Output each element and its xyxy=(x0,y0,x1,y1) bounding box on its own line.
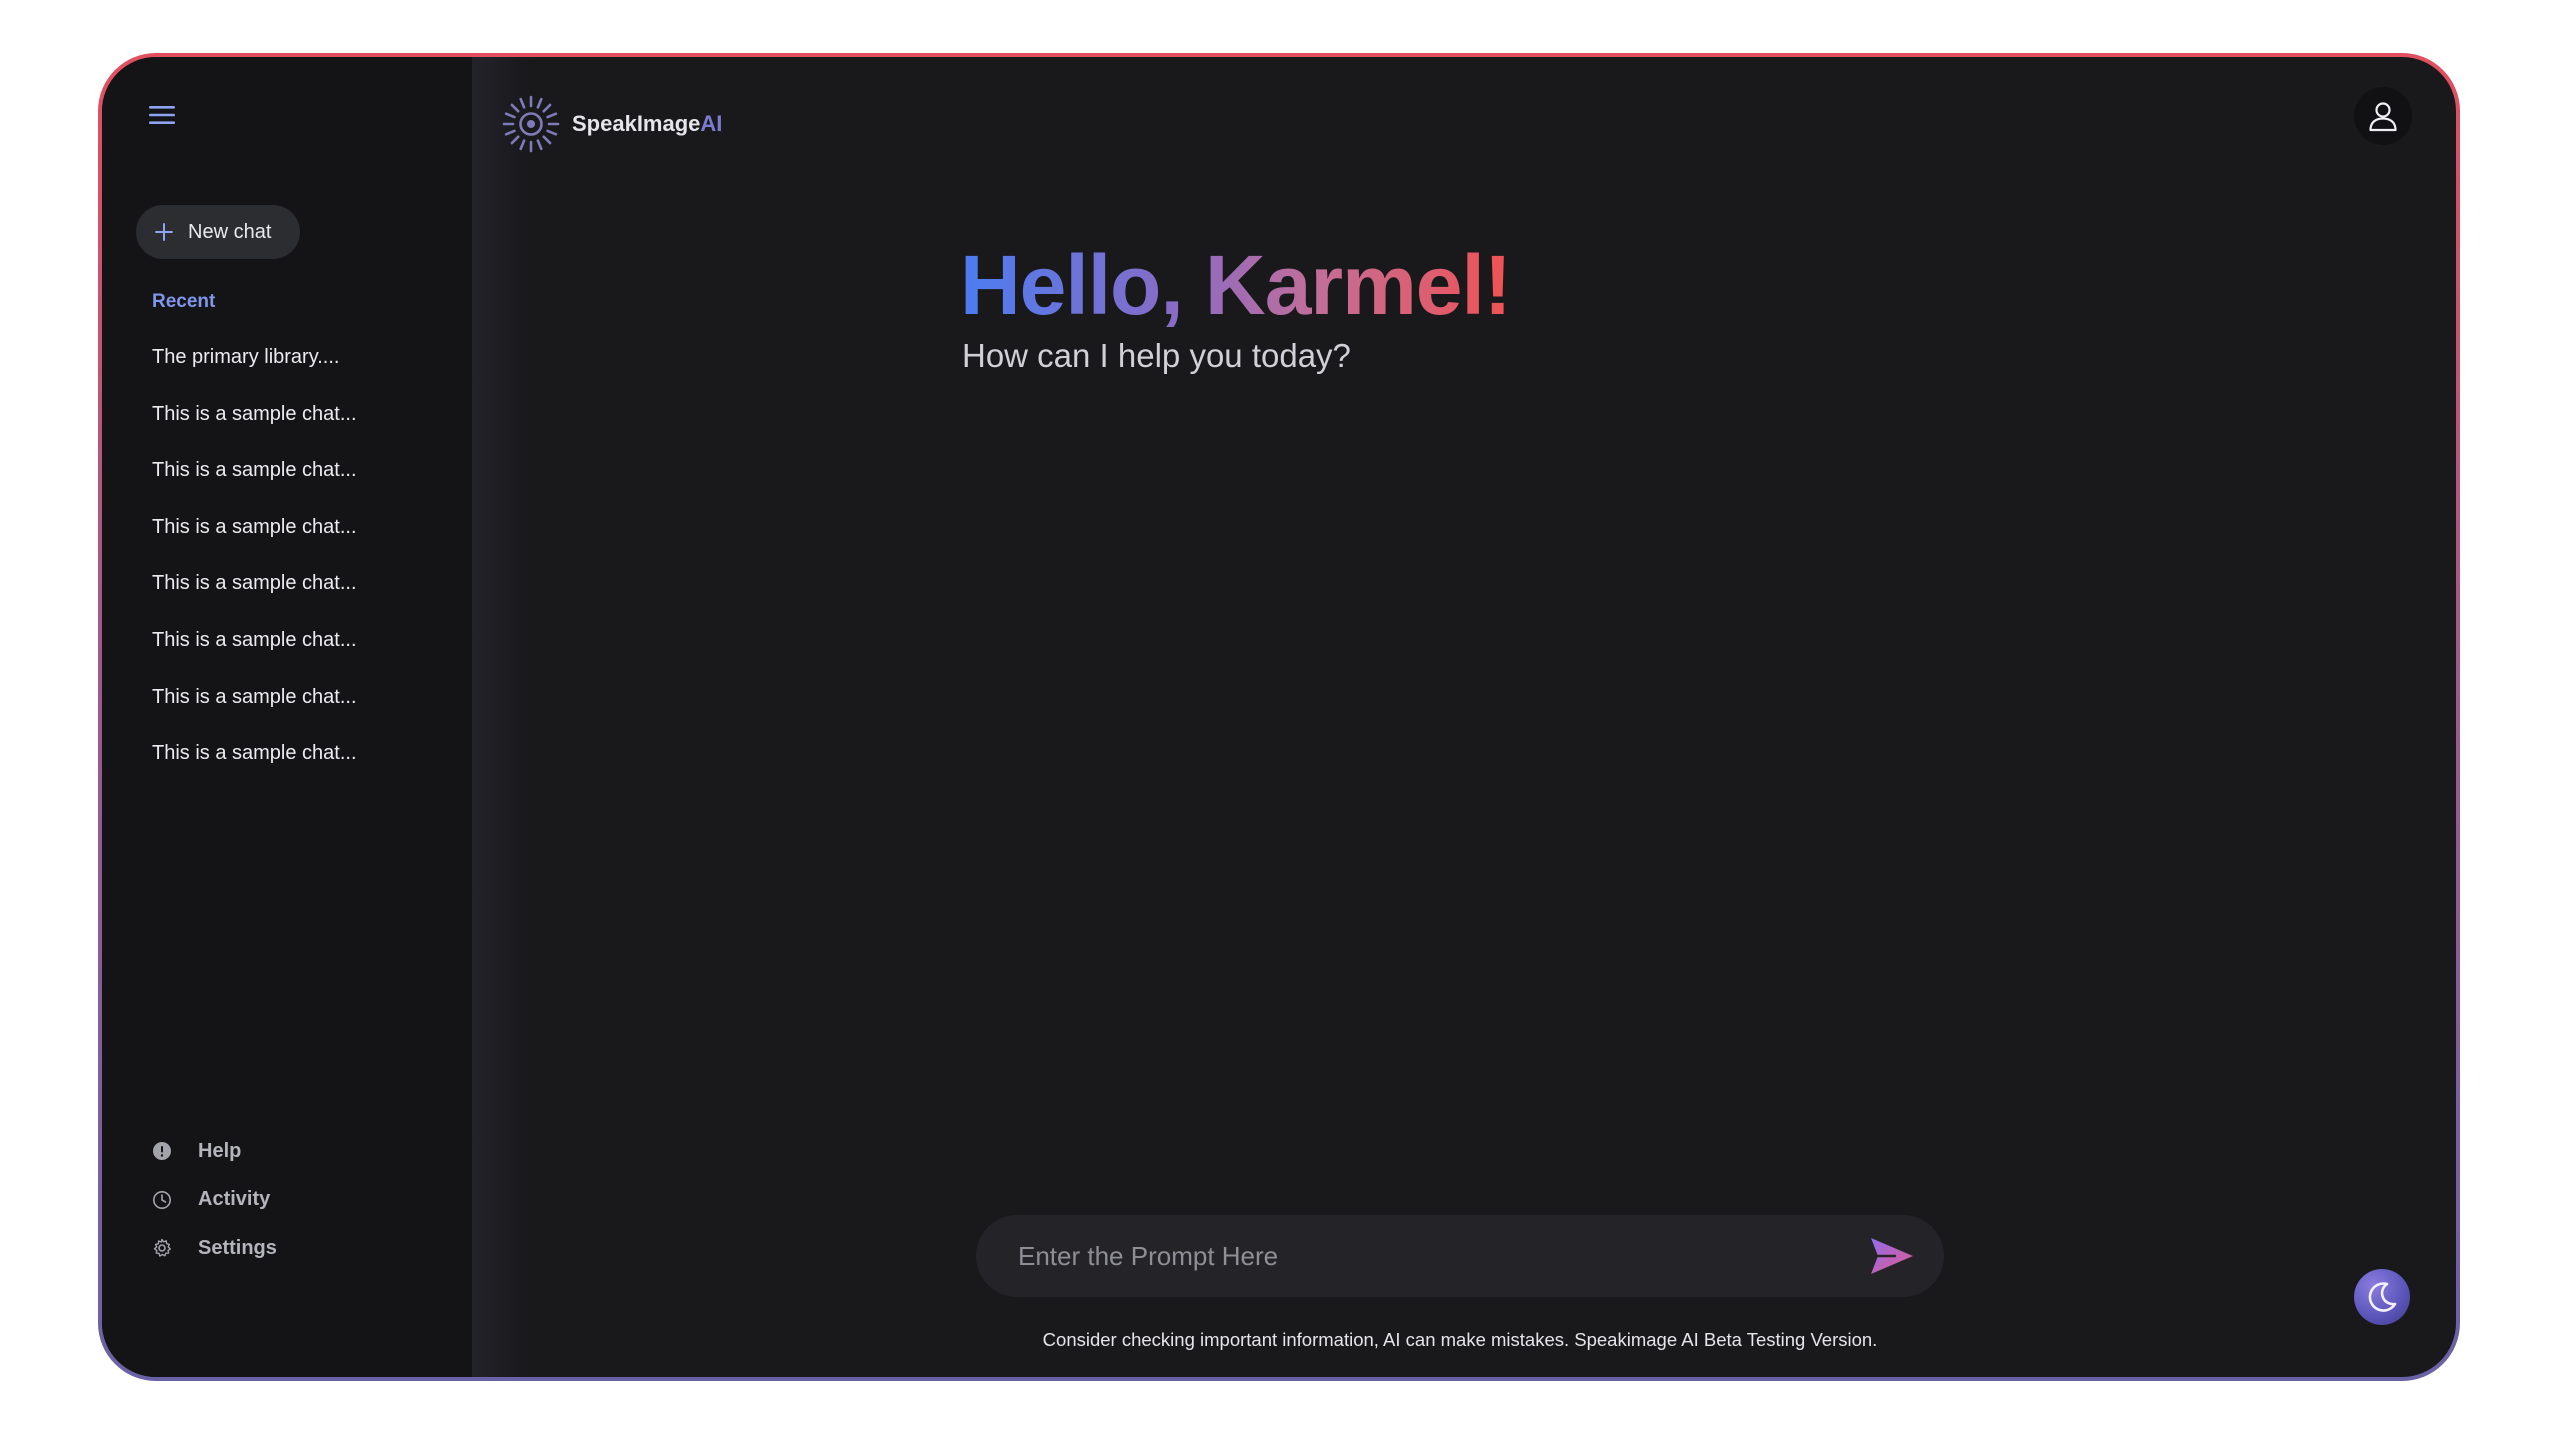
recent-chat-item[interactable]: This is a sample chat... xyxy=(152,626,357,683)
recent-chat-item[interactable]: This is a sample chat... xyxy=(152,513,357,570)
menu-button[interactable] xyxy=(144,97,180,133)
greeting-subtitle: How can I help you today? xyxy=(962,337,1351,374)
sidebar-shadow xyxy=(472,57,532,1377)
send-button[interactable] xyxy=(1868,1232,1916,1280)
brand-name-main: SpeakImage xyxy=(572,111,701,136)
recent-chat-list: The primary library.... This is a sample… xyxy=(152,343,357,796)
sidebar-bottom-nav: Help Activity Settings xyxy=(152,1127,277,1273)
new-chat-label: New chat xyxy=(188,220,272,243)
new-chat-button[interactable]: New chat xyxy=(136,205,300,259)
greeting-heading: Hello, Karmel! xyxy=(960,238,1512,332)
info-icon xyxy=(153,1142,171,1161)
clock-icon xyxy=(153,1190,171,1209)
app-frame: New chat Recent The primary library.... … xyxy=(98,53,2460,1381)
moon-icon xyxy=(2368,1282,2397,1312)
plus-icon xyxy=(155,223,173,241)
recent-chat-item[interactable]: This is a sample chat... xyxy=(152,569,357,626)
activity-label: Activity xyxy=(198,1188,271,1211)
recent-heading: Recent xyxy=(152,291,216,312)
gear-icon xyxy=(153,1239,171,1257)
sunburst-logo-icon xyxy=(502,95,560,153)
sidebar-item-activity[interactable]: Activity xyxy=(152,1176,277,1225)
recent-chat-item[interactable]: This is a sample chat... xyxy=(152,683,357,740)
recent-chat-item[interactable]: The primary library.... xyxy=(152,343,357,400)
sidebar-item-help[interactable]: Help xyxy=(152,1127,277,1176)
recent-chat-item[interactable]: This is a sample chat... xyxy=(152,456,357,513)
hamburger-menu-icon xyxy=(149,106,175,124)
brand-name: SpeakImageAI xyxy=(572,111,722,137)
disclaimer-text: Consider checking important information,… xyxy=(1042,1329,1878,1350)
recent-chat-item[interactable]: This is a sample chat... xyxy=(152,400,357,457)
brand-name-suffix: AI xyxy=(700,111,723,136)
app-window: New chat Recent The primary library.... … xyxy=(102,57,2456,1377)
brand-logo[interactable]: SpeakImageAI xyxy=(500,93,722,155)
sidebar: New chat Recent The primary library.... … xyxy=(102,57,472,1377)
sidebar-item-settings[interactable]: Settings xyxy=(152,1224,277,1273)
settings-label: Settings xyxy=(198,1236,277,1259)
prompt-bar xyxy=(976,1215,1944,1297)
user-icon xyxy=(2369,102,2397,132)
recent-chat-item[interactable]: This is a sample chat... xyxy=(152,739,357,796)
user-avatar-button[interactable] xyxy=(2354,87,2412,145)
prompt-input[interactable] xyxy=(1016,1239,1868,1273)
send-icon xyxy=(1871,1238,1913,1274)
theme-toggle-button[interactable] xyxy=(2354,1269,2410,1325)
help-label: Help xyxy=(198,1139,242,1162)
